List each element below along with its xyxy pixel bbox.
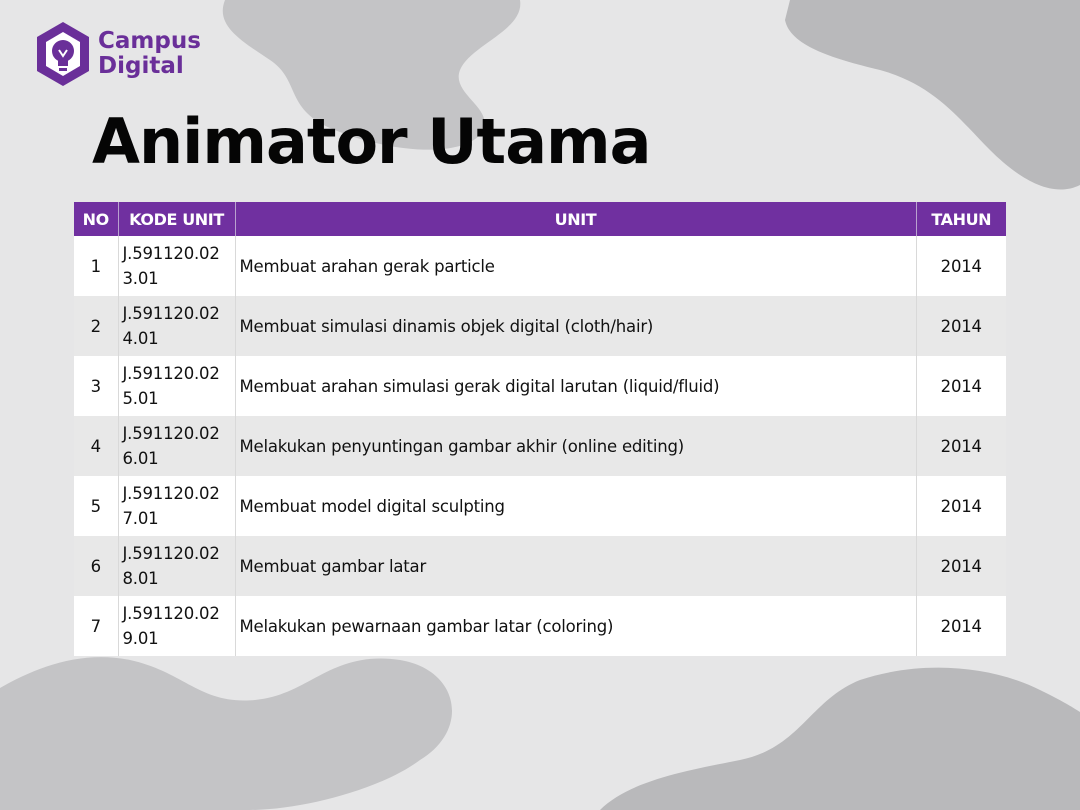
- kode-line-2: 4.01: [122, 329, 159, 348]
- cell-tahun: 2014: [915, 356, 1006, 416]
- table-row: 7 J.591120.02 9.01 Melakukan pewarnaan ga…: [74, 596, 1006, 656]
- cell-kode-unit: J.591120.02 6.01: [117, 416, 235, 476]
- table-row: 5 J.591120.02 7.01 Membuat model digital …: [74, 476, 1006, 536]
- cell-kode-unit: J.591120.02 9.01: [117, 596, 235, 656]
- header-no: NO: [74, 202, 119, 236]
- table-row: 6 J.591120.02 8.01 Membuat gambar latar 2…: [74, 536, 1006, 596]
- header-unit: UNIT: [235, 202, 917, 236]
- kode-line-2: 8.01: [122, 569, 159, 588]
- cell-unit: Membuat arahan simulasi gerak digital la…: [234, 356, 916, 416]
- header-kode-unit: KODE UNIT: [118, 202, 236, 236]
- lightbulb-hexagon-icon: [37, 22, 89, 86]
- campus-digital-logo: Campus Digital: [34, 20, 201, 88]
- kode-line-1: J.591120.02: [122, 424, 220, 443]
- kode-line-1: J.591120.02: [122, 364, 220, 383]
- cell-no: 7: [74, 596, 118, 656]
- kode-line-2: 7.01: [122, 509, 159, 528]
- cell-kode-unit: J.591120.02 5.01: [117, 356, 235, 416]
- cell-no: 6: [74, 536, 118, 596]
- logo-line-2: Digital: [98, 53, 184, 79]
- cell-kode-unit: J.591120.02 3.01: [117, 236, 235, 296]
- table-header-row: NO KODE UNIT UNIT TAHUN: [74, 202, 1006, 236]
- header-tahun: TAHUN: [916, 202, 1006, 236]
- cell-kode-unit: J.591120.02 8.01: [117, 536, 235, 596]
- kode-line-2: 6.01: [122, 449, 159, 468]
- kode-line-1: J.591120.02: [122, 244, 220, 263]
- cell-unit: Melakukan pewarnaan gambar latar (colori…: [234, 596, 916, 656]
- cell-no: 2: [74, 296, 118, 356]
- kode-line-2: 9.01: [122, 629, 159, 648]
- cell-tahun: 2014: [915, 296, 1006, 356]
- cell-unit: Membuat gambar latar: [234, 536, 916, 596]
- cell-tahun: 2014: [915, 536, 1006, 596]
- cell-tahun: 2014: [915, 236, 1006, 296]
- cell-tahun: 2014: [915, 416, 1006, 476]
- cell-unit: Membuat model digital sculpting: [234, 476, 916, 536]
- cell-no: 4: [74, 416, 118, 476]
- cell-unit: Membuat simulasi dinamis objek digital (…: [234, 296, 916, 356]
- logo-wordmark: Campus Digital: [98, 29, 201, 79]
- cell-unit: Membuat arahan gerak particle: [234, 236, 916, 296]
- cell-tahun: 2014: [915, 596, 1006, 656]
- cell-kode-unit: J.591120.02 4.01: [117, 296, 235, 356]
- logo-line-1: Campus: [98, 28, 201, 54]
- kode-line-1: J.591120.02: [122, 484, 220, 503]
- kode-line-2: 5.01: [122, 389, 159, 408]
- kode-line-1: J.591120.02: [122, 304, 220, 323]
- table-row: 4 J.591120.02 6.01 Melakukan penyuntingan…: [74, 416, 1006, 476]
- cell-tahun: 2014: [915, 476, 1006, 536]
- cell-no: 5: [74, 476, 118, 536]
- table-row: 1 J.591120.02 3.01 Membuat arahan gerak p…: [74, 236, 1006, 296]
- page-title: Animator Utama: [92, 105, 651, 178]
- units-table: NO KODE UNIT UNIT TAHUN 1 J.591120.02 3.0…: [74, 202, 1006, 656]
- table-row: 2 J.591120.02 4.01 Membuat simulasi dinam…: [74, 296, 1006, 356]
- cell-unit: Melakukan penyuntingan gambar akhir (onl…: [234, 416, 916, 476]
- table-row: 3 J.591120.02 5.01 Membuat arahan simulas…: [74, 356, 1006, 416]
- kode-line-2: 3.01: [122, 269, 159, 288]
- cell-no: 1: [74, 236, 118, 296]
- kode-line-1: J.591120.02: [122, 544, 220, 563]
- cell-kode-unit: J.591120.02 7.01: [117, 476, 235, 536]
- kode-line-1: J.591120.02: [122, 604, 220, 623]
- cell-no: 3: [74, 356, 118, 416]
